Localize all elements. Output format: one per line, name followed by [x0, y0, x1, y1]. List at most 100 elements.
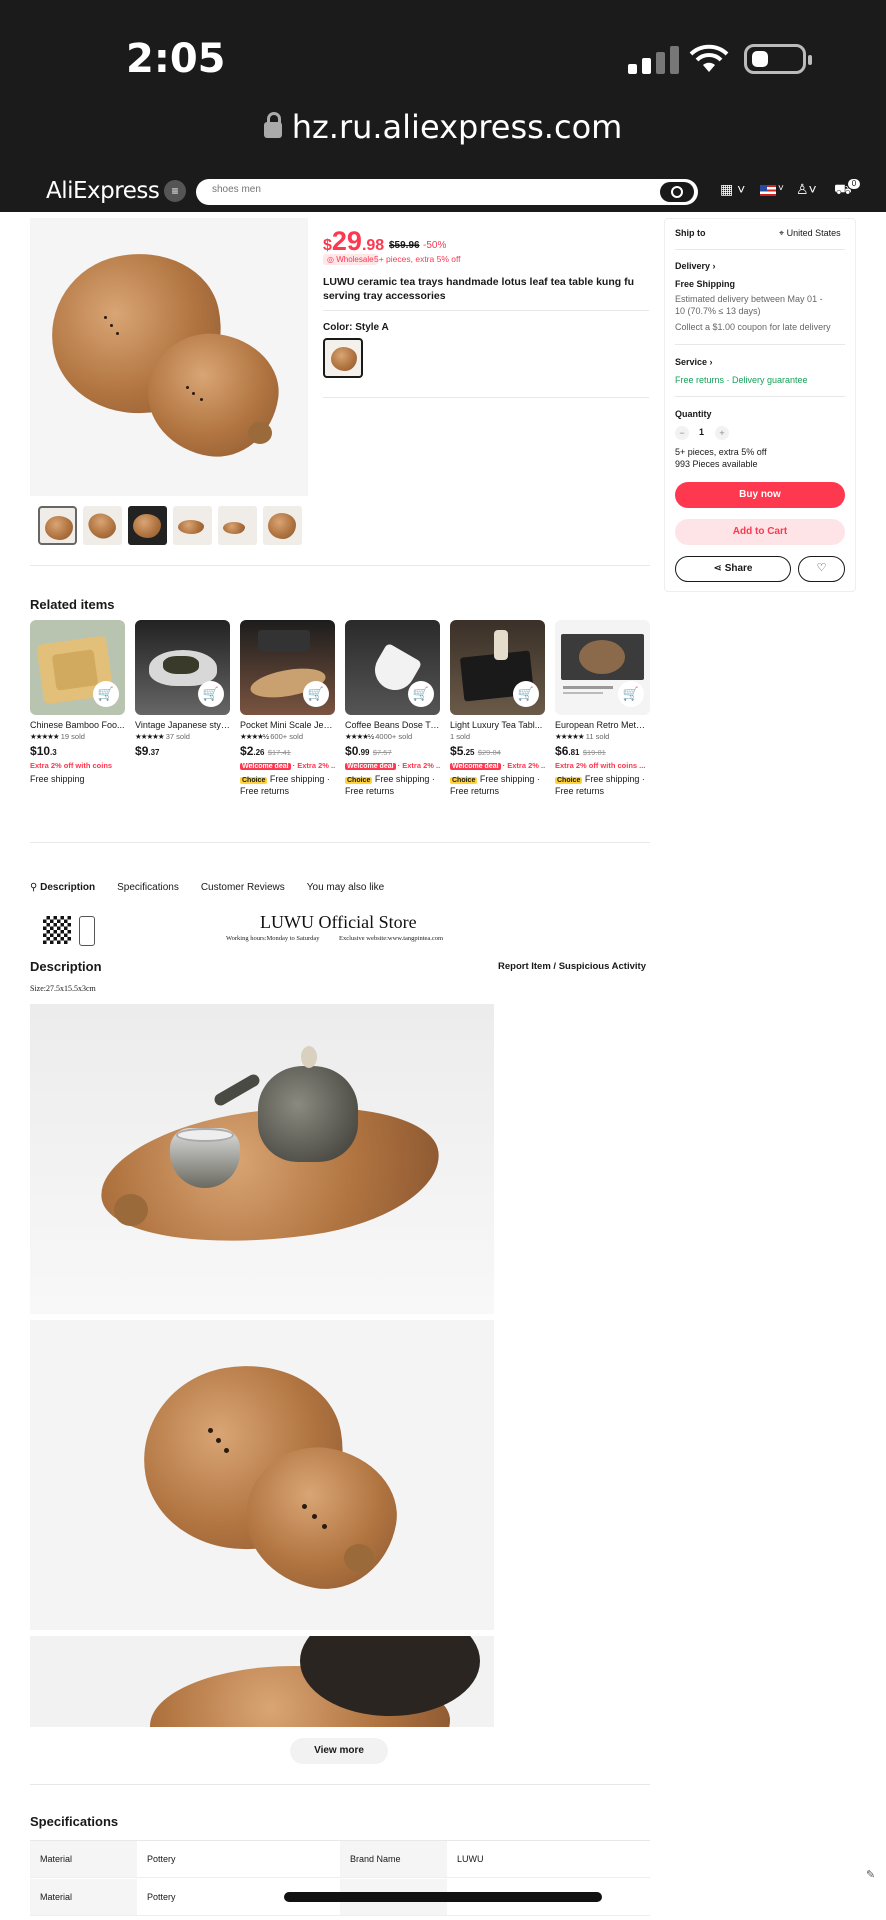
phone-icon — [79, 916, 95, 946]
delivery-label[interactable]: Delivery › — [675, 261, 716, 271]
home-indicator[interactable] — [284, 1892, 602, 1902]
tab-specifications[interactable]: Specifications — [117, 882, 179, 893]
category-menu-button[interactable]: ≡ — [164, 180, 186, 202]
thumbnail-4[interactable] — [173, 506, 212, 545]
url-bar[interactable]: hz.ru.aliexpress.com — [0, 108, 886, 146]
original-price: $59.96 — [389, 240, 420, 251]
add-to-cart-icon[interactable]: 🛒 — [198, 681, 224, 707]
choice-badge: Choice — [450, 777, 478, 784]
related-item-image[interactable]: 🛒 — [555, 620, 650, 715]
price-decimal: .81 — [568, 748, 580, 757]
wishlist-button[interactable]: ♡ — [798, 556, 845, 582]
url-text: hz.ru.aliexpress.com — [291, 108, 623, 146]
edit-icon[interactable]: ✎ — [866, 1868, 875, 1881]
price-decimal: .3 — [50, 748, 57, 757]
color-swatch-style-a[interactable] — [323, 338, 363, 378]
thumbnail-5[interactable] — [218, 506, 257, 545]
price-integer: 29 — [331, 226, 362, 256]
share-button[interactable]: ⋖ Share — [675, 556, 791, 582]
thumbnail-2[interactable] — [83, 506, 122, 545]
related-item-card[interactable]: 🛒 Vintage Japanese styl... ★★★★★ 37 sold… — [135, 620, 230, 758]
welcome-deal-badge: Welcome deal — [240, 763, 291, 770]
shipping-text: Free shipping · — [479, 774, 540, 784]
add-to-cart-icon[interactable]: 🛒 — [618, 681, 644, 707]
related-item-card[interactable]: 🛒 Coffee Beans Dose Tr... ★★★★½ 4000+ so… — [345, 620, 440, 796]
related-item-image[interactable]: 🛒 — [30, 620, 125, 715]
related-item-card[interactable]: 🛒 European Retro Metal... ★★★★★ 11 sold … — [555, 620, 650, 796]
spec-key: Material — [30, 1841, 137, 1878]
related-item-price: $0.99 $7.57 — [345, 744, 392, 758]
choice-badge: Choice — [555, 777, 583, 784]
thumbnail-6[interactable] — [263, 506, 302, 545]
related-item-returns: Free returns — [555, 786, 605, 796]
related-item-image[interactable]: 🛒 — [240, 620, 335, 715]
price-decimal: .99 — [358, 748, 370, 757]
tab-customer-reviews[interactable]: Customer Reviews — [201, 882, 285, 893]
heart-icon: ♡ — [816, 562, 827, 574]
related-item-image[interactable]: 🛒 — [135, 620, 230, 715]
chevron-right-icon: › — [710, 261, 716, 271]
add-to-cart-icon[interactable]: 🛒 — [513, 681, 539, 707]
divider — [30, 1784, 650, 1785]
related-item-price: $9.37 — [135, 744, 160, 758]
service-label-text: Service — [675, 357, 708, 367]
service-label[interactable]: Service › — [675, 357, 713, 367]
add-to-cart-icon[interactable]: 🛒 — [303, 681, 329, 707]
quantity-value[interactable]: 1 — [699, 427, 704, 437]
add-to-cart-button[interactable]: Add to Cart — [675, 519, 845, 545]
sold-count: 600+ sold — [270, 732, 303, 741]
quantity-decrease-button[interactable]: − — [675, 426, 689, 440]
price-currency: $ — [323, 237, 332, 254]
quantity-increase-button[interactable]: + — [715, 426, 729, 440]
related-item-card[interactable]: 🛒 Pocket Mini Scale Jew... ★★★★½ 600+ so… — [240, 620, 335, 796]
price-decimal: .98 — [361, 237, 385, 254]
divider — [675, 396, 845, 397]
status-bar: 2:05 hz.ru.aliexpress.com — [0, 0, 886, 172]
account-icon[interactable]: ♙˅ — [796, 181, 817, 198]
related-item-name: Vintage Japanese styl... — [135, 720, 230, 730]
ship-to-location[interactable]: ⌖ United States — [779, 228, 841, 239]
search-input[interactable] — [212, 184, 612, 195]
color-label: Color: Style A — [323, 322, 389, 333]
service-value: Free returns · Delivery guarantee — [675, 375, 808, 385]
related-item-shipping: Choice Free shipping · — [555, 774, 650, 784]
divider — [30, 565, 650, 566]
related-item-image[interactable]: 🛒 — [450, 620, 545, 715]
related-item-card[interactable]: 🛒 Light Luxury Tea Tabl... 1 sold $5.25 … — [450, 620, 545, 796]
sold-count: 19 sold — [60, 732, 85, 741]
tab-you-may-also-like[interactable]: You may also like — [307, 882, 384, 893]
main-product-image[interactable] — [30, 218, 308, 496]
share-icon: ⋖ — [713, 563, 725, 574]
divider — [323, 397, 649, 398]
related-item-price: $5.25 $29.84 — [450, 744, 501, 758]
search-button[interactable] — [660, 182, 694, 202]
related-item-card[interactable]: 🛒 Chinese Bamboo Foo... ★★★★★ 19 sold $1… — [30, 620, 125, 784]
report-item-link[interactable]: Report Item / Suspicious Activity — [498, 961, 646, 972]
price: $29.98 — [323, 226, 384, 257]
qr-code-icon[interactable]: ▦ ˅ — [720, 181, 745, 198]
tab-description[interactable]: ⚲ Description — [30, 882, 95, 893]
related-items-title: Related items — [30, 597, 115, 612]
flag-chevron-icon[interactable]: ˅ — [778, 183, 784, 194]
add-to-cart-icon[interactable]: 🛒 — [408, 681, 434, 707]
add-to-cart-icon[interactable]: 🛒 — [93, 681, 119, 707]
thumbnail-3[interactable] — [128, 506, 167, 545]
sold-count: 1 sold — [450, 732, 471, 741]
related-item-image[interactable]: 🛒 — [345, 620, 440, 715]
aliexpress-logo[interactable]: AliExpress — [46, 178, 160, 204]
view-more-button[interactable]: View more — [290, 1738, 388, 1764]
shipping-text: Free shipping · — [584, 774, 645, 784]
us-flag-icon[interactable] — [760, 185, 776, 196]
free-shipping-label: Free Shipping — [675, 279, 736, 289]
divider — [675, 249, 845, 250]
extra-discount: · Extra 2% ... — [397, 761, 440, 770]
related-item-shipping: Choice Free shipping · — [345, 774, 440, 784]
battery-icon — [744, 44, 812, 74]
thumbnail-1[interactable] — [38, 506, 77, 545]
delivery-estimate-line1: Estimated delivery between May 01 - — [675, 294, 823, 304]
delivery-label-text: Delivery — [675, 261, 711, 271]
wholesale-note: 5+ pieces, extra 5% off — [374, 254, 461, 264]
wholesale-label: Wholesale — [336, 255, 374, 264]
buy-now-button[interactable]: Buy now — [675, 482, 845, 508]
search-bar[interactable] — [196, 179, 698, 205]
